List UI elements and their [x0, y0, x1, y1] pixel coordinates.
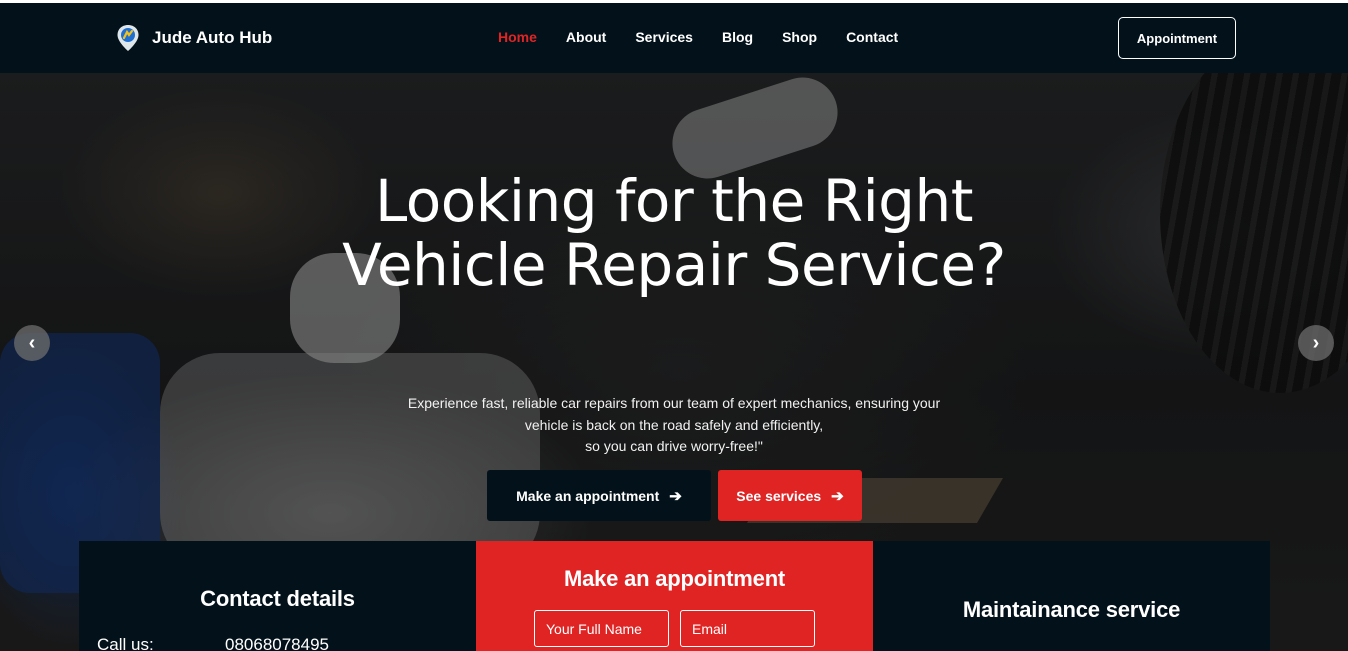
arrow-right-icon: ➔	[831, 487, 844, 505]
brand-name: Jude Auto Hub	[152, 28, 273, 47]
hero-title: Looking for the Right Vehicle Repair Ser…	[342, 167, 1006, 299]
nav-link-about[interactable]: About	[566, 29, 606, 45]
arrow-right-icon: ➔	[669, 487, 682, 505]
contact-details-title: Contact details	[200, 586, 355, 611]
nav-link-blog[interactable]: Blog	[722, 29, 753, 45]
navbar: Jude Auto Hub Home About Services Blog S…	[0, 3, 1348, 73]
hero-description-line: vehicle is back on the road safely and e…	[524, 416, 824, 433]
make-appointment-label: Make an appointment	[516, 487, 660, 504]
maintenance-title: Maintainance service	[962, 597, 1181, 622]
main-nav: Home About Services Blog Shop Contact	[498, 29, 898, 45]
full-name-input[interactable]	[534, 610, 669, 647]
nav-link-contact[interactable]: Contact	[846, 29, 898, 45]
hero-description: Experience fast, reliable car repairs fr…	[404, 393, 944, 458]
map-pin-logo-icon	[117, 25, 139, 51]
contact-details-card: Contact details Call us: 08068078495	[79, 541, 476, 651]
appointment-title: Make an appointment	[563, 566, 786, 591]
nav-link-services[interactable]: Services	[635, 29, 693, 45]
email-input[interactable]	[680, 610, 815, 647]
see-services-button[interactable]: See services ➔	[718, 470, 862, 521]
see-services-label: See services	[736, 487, 822, 504]
call-row: Call us: 08068078495	[97, 635, 329, 651]
call-label: Call us:	[97, 635, 154, 651]
chevron-right-icon[interactable]: ›	[1298, 325, 1334, 361]
appointment-button[interactable]: Appointment	[1118, 17, 1236, 59]
brand[interactable]: Jude Auto Hub	[116, 24, 272, 52]
chevron-left-icon[interactable]: ‹	[14, 325, 50, 361]
hero-description-line: so you can drive worry-free!"	[585, 438, 763, 454]
make-appointment-button[interactable]: Make an appointment ➔	[487, 470, 711, 521]
appointment-card: Make an appointment	[476, 541, 873, 651]
hero-description-line: Experience fast, reliable car repairs fr…	[407, 395, 941, 411]
nav-link-shop[interactable]: Shop	[782, 29, 817, 45]
maintenance-card: Maintainance service	[873, 541, 1270, 651]
call-value[interactable]: 08068078495	[225, 635, 329, 651]
nav-link-home[interactable]: Home	[498, 29, 537, 45]
